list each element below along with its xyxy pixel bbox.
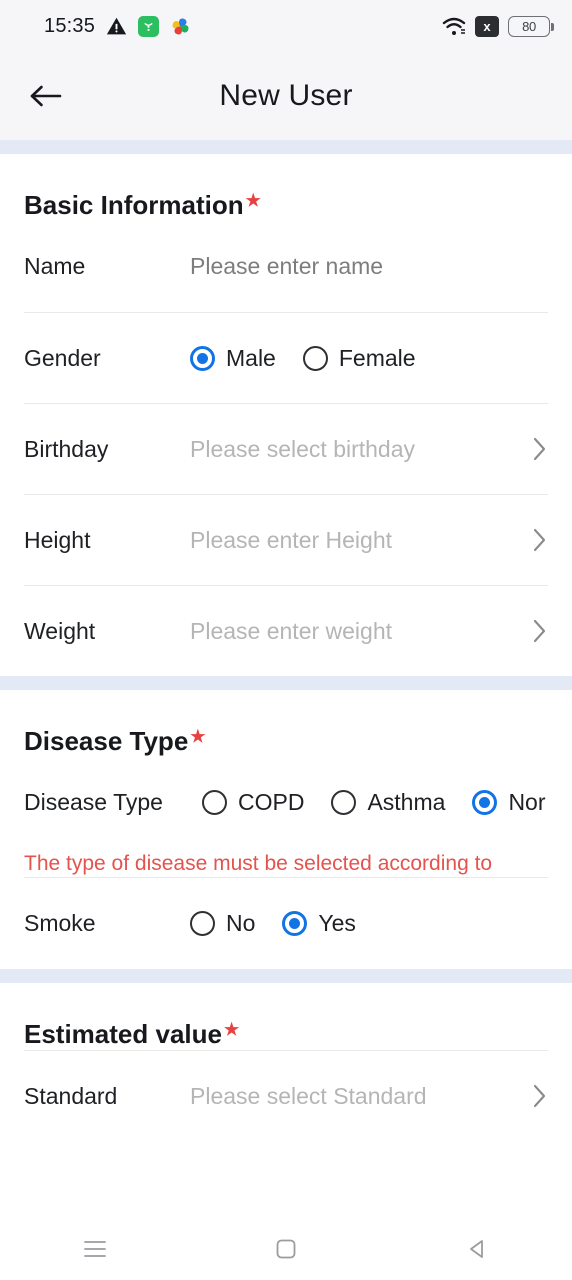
- disease-type-error-container: The type of disease must be selected acc…: [24, 848, 548, 878]
- radio-label: Male: [226, 344, 276, 371]
- field-label: Gender: [24, 344, 101, 371]
- field-row-disease-type: Disease Type COPD Asthma Nor: [24, 757, 572, 848]
- section-title-basic-information: Basic Information ★: [0, 154, 572, 221]
- field-row-height[interactable]: Height Please enter Height: [24, 494, 548, 585]
- disease-type-radio-group: COPD Asthma Nor: [202, 789, 572, 816]
- field-label: Disease Type: [24, 789, 163, 815]
- radio-icon-selected: [282, 911, 308, 936]
- field-row-birthday[interactable]: Birthday Please select birthday: [24, 403, 548, 494]
- radio-label: COPD: [238, 789, 305, 815]
- back-button[interactable]: [381, 1218, 572, 1280]
- section-separator: [0, 140, 572, 154]
- radio-option-no[interactable]: No: [190, 910, 255, 937]
- status-clock: 15:35: [44, 14, 96, 37]
- smoke-radio-group: No Yes: [190, 910, 548, 937]
- recents-button[interactable]: [0, 1218, 191, 1280]
- field-label: Birthday: [24, 435, 109, 462]
- section-title-disease-type: Disease Type ★: [0, 690, 572, 757]
- radio-option-male[interactable]: Male: [190, 345, 276, 372]
- menu-lines-icon: [82, 1238, 108, 1260]
- radio-option-normal[interactable]: Nor: [472, 789, 546, 816]
- field-label: Weight: [24, 617, 96, 644]
- validation-error-message: The type of disease must be selected acc…: [24, 852, 493, 875]
- radio-option-female[interactable]: Female: [302, 344, 416, 372]
- required-star-icon: ★: [223, 1020, 240, 1039]
- radio-label: Female: [338, 344, 416, 371]
- radio-icon-selected: [190, 345, 215, 371]
- warning-triangle-icon: [106, 16, 127, 37]
- chevron-right-icon: [530, 526, 548, 554]
- section-estimated-value: Estimated value ★ Standard Please select…: [0, 983, 572, 1141]
- required-star-icon: ★: [245, 191, 261, 210]
- section-basic-information: Basic Information ★ Name Please enter na…: [0, 154, 572, 676]
- x-badge-icon: x: [475, 15, 499, 37]
- radio-icon-unselected: [302, 345, 328, 371]
- square-icon: [275, 1238, 297, 1260]
- chevron-right-icon: [530, 435, 548, 463]
- status-bar-right: x 80: [442, 15, 554, 37]
- wifi-icon: [442, 17, 466, 36]
- home-button[interactable]: [191, 1218, 382, 1280]
- field-label: Standard: [24, 1082, 118, 1109]
- section-separator: [0, 969, 572, 983]
- radio-label: No: [226, 910, 256, 936]
- weight-value: Please enter weight: [190, 617, 393, 644]
- section-separator: [0, 676, 572, 690]
- standard-value: Please select Standard: [190, 1082, 427, 1109]
- chevron-right-icon: [530, 1082, 548, 1110]
- section-disease-type: Disease Type ★ Disease Type COPD Asthma …: [0, 690, 572, 969]
- section-title-text: Estimated value: [24, 1019, 222, 1049]
- field-row-gender: Gender Male Female: [24, 312, 548, 403]
- status-bar-left: 15:35: [44, 15, 191, 38]
- back-navigation-button[interactable]: [24, 74, 68, 118]
- field-label: Name: [24, 253, 86, 279]
- radio-icon-unselected: [331, 790, 357, 815]
- radio-option-copd[interactable]: COPD: [202, 789, 304, 816]
- battery-level: 80: [522, 18, 536, 34]
- colorful-app-icon: [170, 16, 191, 37]
- battery-icon: 80: [508, 15, 554, 37]
- page-title: New User: [219, 79, 353, 112]
- field-label: Height: [24, 526, 91, 553]
- section-title-text: Disease Type: [24, 726, 189, 756]
- radio-icon-selected: [472, 790, 498, 815]
- section-title-estimated-value: Estimated value ★: [0, 983, 572, 1050]
- radio-label: Nor: [508, 789, 546, 815]
- radio-option-yes[interactable]: Yes: [282, 910, 356, 937]
- radio-icon-unselected: [190, 911, 215, 936]
- radio-icon-unselected: [202, 790, 227, 815]
- field-row-standard[interactable]: Standard Please select Standard: [24, 1050, 548, 1141]
- field-row-smoke: Smoke No Yes: [24, 878, 548, 969]
- arrow-left-icon: [29, 81, 63, 111]
- app-bar: New User: [0, 52, 572, 140]
- section-title-text: Basic Information: [24, 190, 244, 220]
- height-value: Please enter Height: [190, 526, 393, 553]
- field-label: Smoke: [24, 910, 96, 936]
- chevron-right-icon: [530, 617, 548, 645]
- birthday-value: Please select birthday: [190, 435, 416, 462]
- gender-radio-group: Male Female: [190, 345, 548, 372]
- radio-label: Asthma: [367, 789, 446, 815]
- android-navigation-bar: [0, 1218, 572, 1280]
- radio-label: Yes: [318, 910, 356, 936]
- field-row-weight[interactable]: Weight Please enter weight: [24, 585, 548, 676]
- field-row-name[interactable]: Name Please enter name: [24, 221, 548, 312]
- status-bar: 15:35 x 80: [0, 0, 572, 52]
- triangle-left-icon: [466, 1238, 488, 1260]
- required-star-icon: ★: [190, 727, 206, 746]
- green-app-icon: [138, 15, 160, 37]
- radio-option-asthma[interactable]: Asthma: [331, 789, 445, 816]
- name-input[interactable]: Please enter name: [190, 253, 548, 280]
